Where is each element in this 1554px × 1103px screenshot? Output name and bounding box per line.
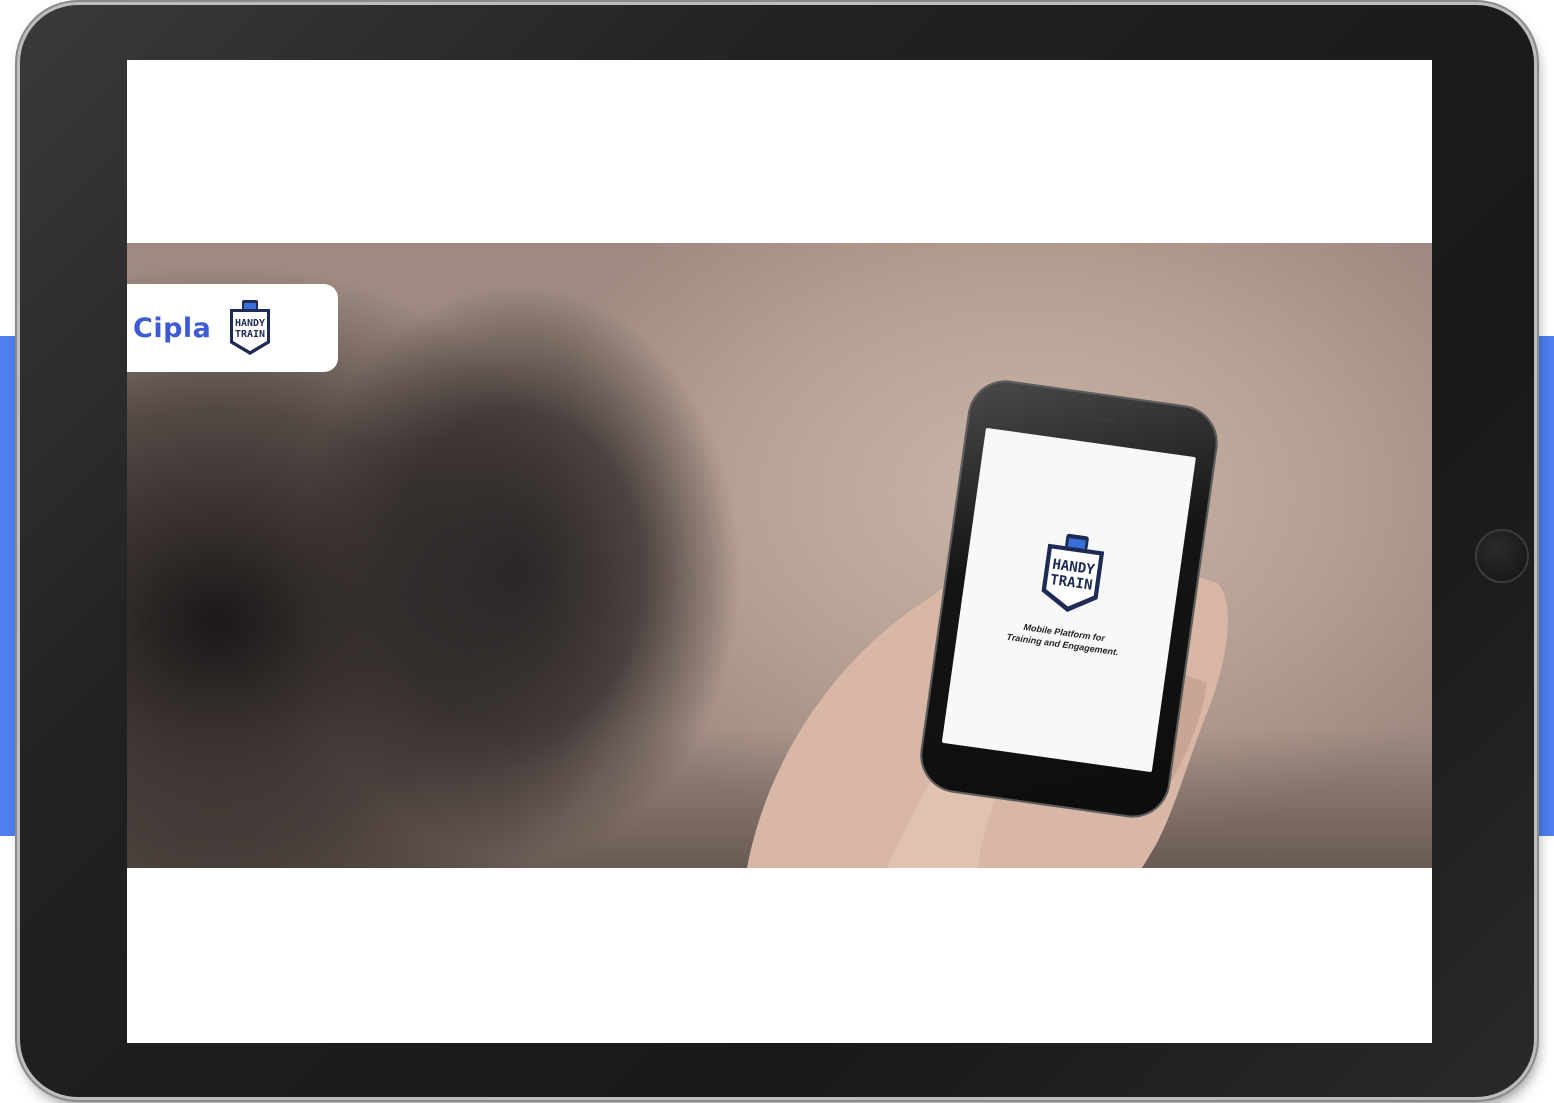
handy-train-badge-icon: HANDY TRAIN [230, 300, 271, 355]
badge-text-train: TRAIN [235, 329, 265, 340]
home-button[interactable] [1475, 529, 1529, 583]
badge-text-handy: HANDY [235, 318, 265, 329]
phone-screen: HANDY TRAIN Mobile Platform for Training… [941, 427, 1196, 773]
logo-card: Cipla HANDY TRAIN [127, 284, 338, 372]
phone-speaker [1073, 413, 1116, 424]
handy-train-badge-icon: HANDY TRAIN [1041, 533, 1105, 613]
tablet-screen: Cipla HANDY TRAIN HANDY TRAIN Mobile Pla… [127, 60, 1432, 1043]
cipla-logo: Cipla [133, 312, 212, 344]
hero-image: Cipla HANDY TRAIN HANDY TRAIN Mobile Pla… [127, 243, 1432, 868]
app-tagline: Mobile Platform for Training and Engagem… [997, 618, 1129, 660]
